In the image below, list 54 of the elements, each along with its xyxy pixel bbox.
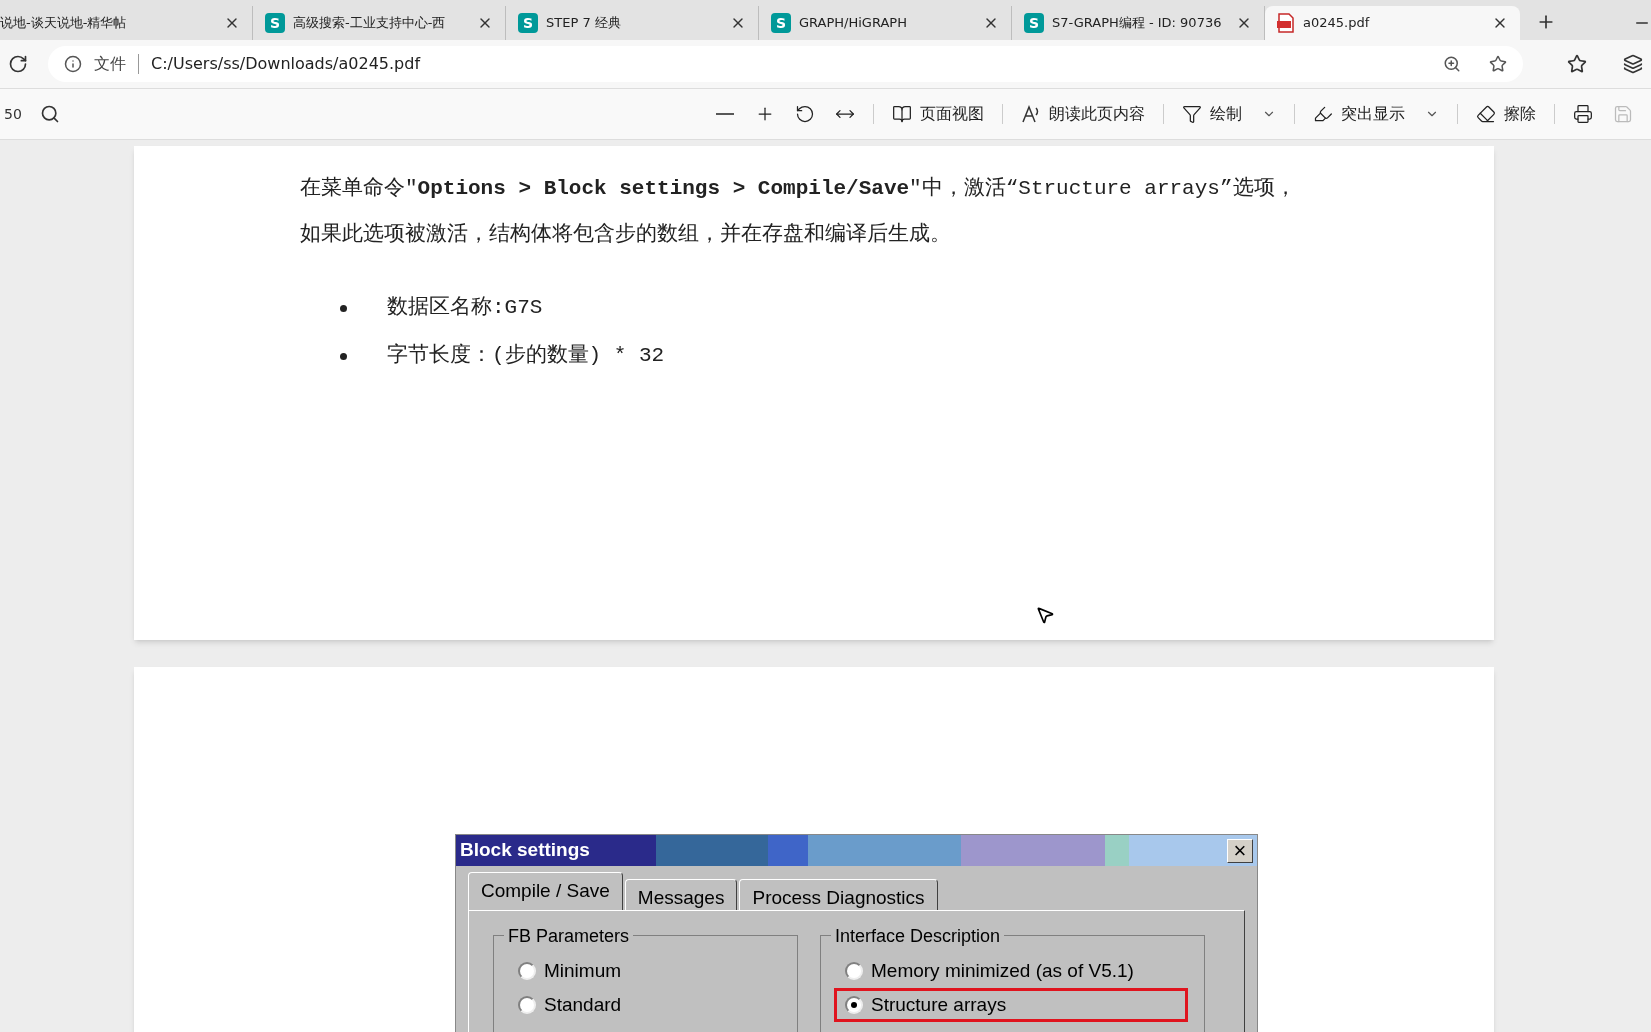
minus-icon xyxy=(715,113,735,115)
collections-icon[interactable] xyxy=(1623,54,1643,74)
draw-button[interactable]: 绘制 xyxy=(1172,96,1286,132)
bullet-text: 字节长度：(步的数量) * 32 xyxy=(387,342,665,370)
eraser-icon xyxy=(1476,104,1496,124)
tab-title: 说地-谈天说地-精华帖 xyxy=(0,14,128,33)
printer-icon xyxy=(1573,104,1593,124)
radio-button[interactable] xyxy=(518,962,536,980)
page-number[interactable]: 50 xyxy=(0,103,40,125)
site-favicon: S xyxy=(518,13,538,33)
tab-title: a0245.pdf xyxy=(1303,14,1371,33)
rotate-icon xyxy=(795,104,815,124)
erase-button[interactable]: 擦除 xyxy=(1466,96,1546,132)
radio-button[interactable] xyxy=(845,996,863,1014)
address-bar[interactable]: 文件 C:/Users/ss/Downloads/a0245.pdf xyxy=(48,46,1523,82)
highlighter-icon xyxy=(1313,104,1333,124)
browser-tab[interactable]: a0245.pdf xyxy=(1265,6,1520,40)
tab-title: GRAPH/HiGRAPH xyxy=(799,14,908,33)
page-view-button[interactable]: 页面视图 xyxy=(882,96,994,132)
site-favicon: S xyxy=(265,13,285,33)
save-icon xyxy=(1613,104,1633,124)
radio-button[interactable] xyxy=(518,996,536,1014)
dialog-tab[interactable]: Process Diagnostics xyxy=(739,879,938,910)
pdf-file-icon xyxy=(1277,13,1295,33)
dialog-tab[interactable]: Compile / Save xyxy=(468,872,623,910)
book-icon xyxy=(892,104,912,124)
site-favicon: S xyxy=(1024,13,1044,33)
funnel-icon xyxy=(1182,104,1202,124)
radio-option[interactable]: Structure arrays xyxy=(834,988,1188,1022)
url-text: C:/Users/ss/Downloads/a0245.pdf xyxy=(151,53,422,75)
tab-title: 高级搜索-工业支持中心-西 xyxy=(293,14,447,33)
close-button[interactable]: × xyxy=(1227,838,1253,863)
zoom-icon[interactable] xyxy=(1443,55,1461,73)
paragraph: 在菜单命令″Options > Block settings > Compile/Save″中，激活“Structure arrays”选项， 如果此选项被激活，结构体将包含步的数组，并在存盘和编译后生成。 xyxy=(300,175,1297,248)
favorites-icon[interactable] xyxy=(1567,54,1587,74)
dialog-title: Block settings xyxy=(460,838,591,863)
tab-title: STEP 7 经典 xyxy=(546,14,622,33)
info-icon[interactable] xyxy=(64,55,82,73)
read-aloud-button[interactable]: 朗读此页内容 xyxy=(1011,96,1155,132)
mouse-cursor-icon xyxy=(1035,605,1055,625)
site-favicon: S xyxy=(771,13,791,33)
search-icon[interactable] xyxy=(40,104,60,124)
refresh-icon[interactable] xyxy=(8,54,28,74)
tab-title: S7-GRAPH编程 - ID: 90736 xyxy=(1052,14,1223,33)
read-aloud-icon xyxy=(1021,105,1041,123)
radio-button[interactable] xyxy=(845,962,863,980)
dialog-tab[interactable]: Messages xyxy=(624,879,738,910)
radio-option[interactable]: Standard xyxy=(507,988,781,1022)
scheme-label: 文件 xyxy=(94,53,126,75)
favorite-star-icon[interactable] xyxy=(1489,55,1507,73)
highlight-button[interactable]: 突出显示 xyxy=(1303,96,1449,132)
bullet-text: 数据区名称:G7S xyxy=(387,295,543,322)
radio-option[interactable]: Memory minimized (as of V5.1) xyxy=(834,954,1188,988)
radio-option[interactable]: Minimum xyxy=(507,954,781,988)
